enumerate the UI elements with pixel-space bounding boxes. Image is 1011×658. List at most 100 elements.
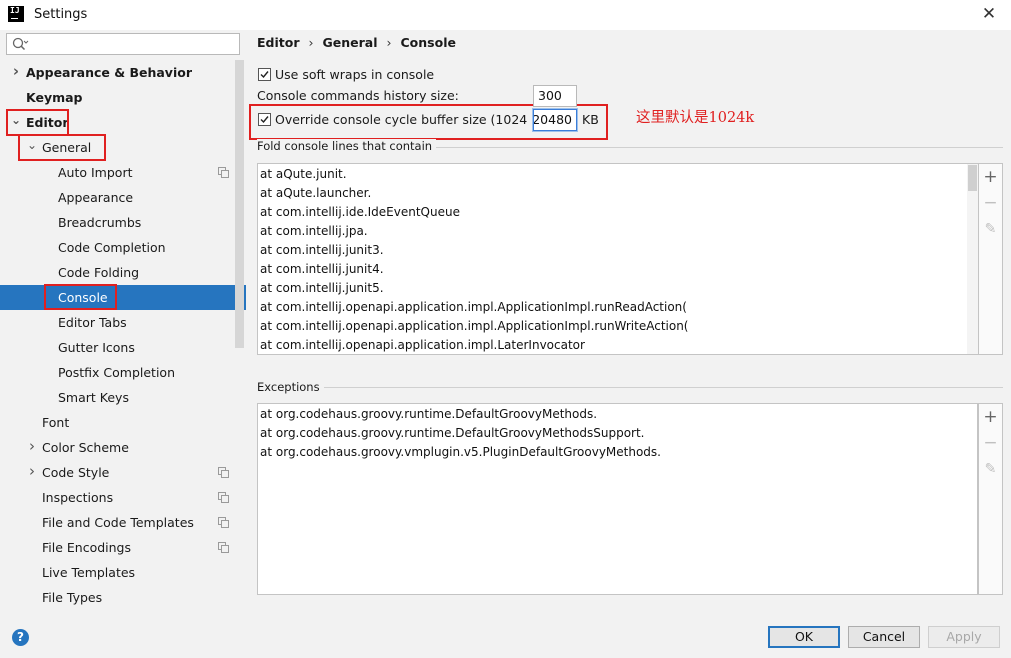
sidebar-item-label: Smart Keys bbox=[58, 390, 129, 405]
annotation-note: 这里默认是1024k bbox=[636, 110, 755, 126]
cancel-button[interactable]: Cancel bbox=[848, 626, 920, 648]
sidebar-item-postfix-completion[interactable]: Postfix Completion bbox=[0, 360, 246, 385]
project-scope-icon bbox=[218, 492, 229, 503]
chevron-right-icon[interactable]: › bbox=[26, 460, 38, 485]
close-icon[interactable]: ✕ bbox=[976, 2, 1002, 26]
project-scope-icon bbox=[218, 467, 229, 478]
title-bar: IJ Settings ✕ bbox=[0, 0, 1011, 30]
history-size-label: Console commands history size: bbox=[257, 88, 459, 103]
list-item[interactable]: at com.intellij.jpa. bbox=[260, 222, 368, 241]
remove-icon[interactable]: − bbox=[979, 191, 1002, 215]
sidebar-item-editor-tabs[interactable]: Editor Tabs bbox=[0, 310, 246, 335]
sidebar-item-file-encodings[interactable]: File Encodings bbox=[0, 535, 246, 560]
list-item[interactable]: at com.intellij.junit3. bbox=[260, 241, 384, 260]
list-item[interactable]: at aQute.junit. bbox=[260, 165, 347, 184]
sidebar-item-auto-import[interactable]: Auto Import bbox=[0, 160, 246, 185]
sidebar-item-label: Code Completion bbox=[58, 240, 166, 255]
list-item[interactable]: at aQute.launcher. bbox=[260, 184, 371, 203]
list-item[interactable]: at org.codehaus.groovy.runtime.DefaultGr… bbox=[260, 405, 597, 424]
ok-button[interactable]: OK bbox=[768, 626, 840, 648]
breadcrumb-separator: › bbox=[308, 35, 314, 50]
sidebar-item-code-folding[interactable]: Code Folding bbox=[0, 260, 246, 285]
sidebar-item-color-scheme[interactable]: › Color Scheme bbox=[0, 435, 246, 460]
sidebar-item-editor[interactable]: ⌄ Editor bbox=[0, 110, 246, 135]
sidebar-item-label: Editor Tabs bbox=[58, 315, 127, 330]
sidebar-item-smart-keys[interactable]: Smart Keys bbox=[0, 385, 246, 410]
chevron-down-icon[interactable]: ⌄ bbox=[10, 110, 22, 135]
exceptions-list[interactable]: at org.codehaus.groovy.runtime.DefaultGr… bbox=[257, 403, 978, 595]
sidebar-item-appearance-behavior[interactable]: › Appearance & Behavior bbox=[0, 60, 246, 85]
buffer-size-value: 20480 bbox=[533, 112, 572, 127]
sidebar-item-label: Code Style bbox=[42, 465, 110, 480]
sidebar-item-code-completion[interactable]: Code Completion bbox=[0, 235, 246, 260]
window-title: Settings bbox=[34, 7, 88, 22]
sidebar-item-label: Keymap bbox=[26, 90, 83, 105]
list-item[interactable]: at com.intellij.openapi.application.impl… bbox=[260, 336, 585, 355]
sidebar-item-label: File Types bbox=[42, 590, 103, 605]
search-icon bbox=[12, 37, 29, 51]
apply-button[interactable]: Apply bbox=[928, 626, 1000, 648]
fold-list-scrollbar[interactable] bbox=[967, 164, 978, 354]
sidebar-item-label: Appearance bbox=[58, 190, 134, 205]
list-item[interactable]: at com.intellij.openapi.application.impl… bbox=[260, 317, 689, 336]
project-scope-icon bbox=[218, 542, 229, 553]
exceptions-list-toolbar: + − ✎ bbox=[978, 403, 1003, 595]
list-item[interactable]: at org.codehaus.groovy.runtime.DefaultGr… bbox=[260, 424, 645, 443]
add-icon[interactable]: + bbox=[979, 405, 1002, 429]
list-item[interactable]: at com.intellij.ide.IdeEventQueue bbox=[260, 203, 460, 222]
fold-list-toolbar: + − ✎ bbox=[978, 163, 1003, 355]
chevron-right-icon[interactable]: › bbox=[26, 435, 38, 460]
exceptions-section-title: Exceptions bbox=[257, 380, 324, 394]
exceptions-section-divider bbox=[257, 387, 1003, 388]
sidebar-item-label: Gutter Icons bbox=[58, 340, 135, 355]
edit-icon[interactable]: ✎ bbox=[979, 217, 1002, 241]
sidebar-item-live-templates[interactable]: Live Templates bbox=[0, 560, 246, 585]
settings-search-input[interactable] bbox=[6, 33, 240, 55]
checkmark-icon bbox=[260, 71, 269, 79]
breadcrumb: Editor › General › Console bbox=[257, 35, 456, 50]
sidebar-item-label: Appearance & Behavior bbox=[26, 65, 192, 80]
fold-list-scroll-thumb[interactable] bbox=[968, 165, 977, 191]
sidebar-item-label: General bbox=[42, 140, 92, 155]
project-scope-icon bbox=[218, 517, 229, 528]
sidebar-item-label: Auto Import bbox=[58, 165, 133, 180]
sidebar-item-font[interactable]: Font bbox=[0, 410, 246, 435]
help-icon[interactable]: ? bbox=[12, 629, 29, 646]
sidebar-item-file-types[interactable]: File Types bbox=[0, 585, 246, 610]
list-item[interactable]: at com.intellij.openapi.application.impl… bbox=[260, 298, 687, 317]
checkmark-icon bbox=[260, 116, 269, 124]
sidebar-item-appearance[interactable]: Appearance bbox=[0, 185, 246, 210]
sidebar-item-breadcrumbs[interactable]: Breadcrumbs bbox=[0, 210, 246, 235]
remove-icon[interactable]: − bbox=[979, 431, 1002, 455]
sidebar-item-label: File Encodings bbox=[42, 540, 132, 555]
sidebar-item-inspections[interactable]: Inspections bbox=[0, 485, 246, 510]
override-buffer-checkbox[interactable] bbox=[258, 113, 271, 126]
list-item[interactable]: at org.codehaus.groovy.vmplugin.v5.Plugi… bbox=[260, 443, 661, 462]
settings-sidebar: › Appearance & Behavior Keymap ⌄ Editor ⌄ Gene… bbox=[0, 30, 246, 615]
list-item[interactable]: at com.intellij.junit4. bbox=[260, 260, 384, 279]
sidebar-item-code-style[interactable]: › Code Style bbox=[0, 460, 246, 485]
chevron-right-icon[interactable]: › bbox=[10, 60, 22, 85]
edit-icon[interactable]: ✎ bbox=[979, 457, 1002, 481]
breadcrumb-separator: › bbox=[386, 35, 392, 50]
sidebar-scrollbar[interactable] bbox=[235, 60, 244, 348]
sidebar-item-keymap[interactable]: Keymap bbox=[0, 85, 246, 110]
chevron-down-icon[interactable]: ⌄ bbox=[26, 135, 38, 160]
list-item[interactable]: at com.intellij.junit5. bbox=[260, 279, 384, 298]
sidebar-item-console[interactable]: Console bbox=[0, 285, 246, 310]
project-scope-icon bbox=[218, 167, 229, 178]
history-size-input[interactable]: 300 bbox=[533, 85, 577, 107]
breadcrumb-general: General bbox=[322, 35, 378, 50]
soft-wraps-checkbox[interactable] bbox=[258, 68, 271, 81]
buffer-size-input[interactable]: 20480 bbox=[533, 109, 577, 131]
breadcrumb-console: Console bbox=[400, 35, 456, 50]
buffer-unit-label: KB bbox=[582, 112, 599, 127]
sidebar-item-file-and-code-templates[interactable]: File and Code Templates bbox=[0, 510, 246, 535]
fold-section-title: Fold console lines that contain bbox=[257, 139, 437, 153]
add-icon[interactable]: + bbox=[979, 165, 1002, 189]
sidebar-item-label: Console bbox=[58, 290, 108, 305]
fold-lines-list[interactable]: at aQute.junit. at aQute.launcher. at com.… bbox=[257, 163, 978, 355]
sidebar-item-gutter-icons[interactable]: Gutter Icons bbox=[0, 335, 246, 360]
sidebar-item-general[interactable]: ⌄ General bbox=[0, 135, 246, 160]
breadcrumb-editor: Editor bbox=[257, 35, 300, 50]
